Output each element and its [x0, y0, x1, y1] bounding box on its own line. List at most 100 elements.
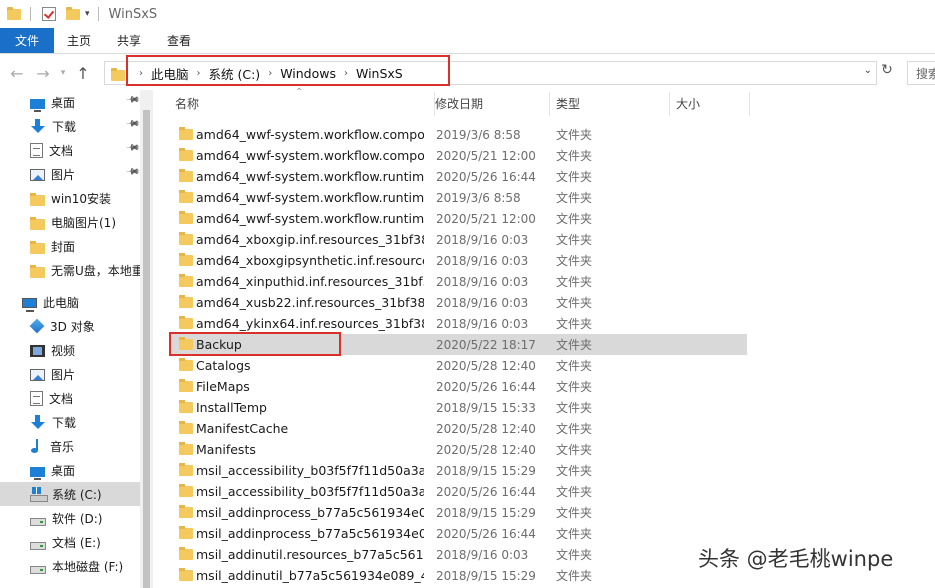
column-header-size[interactable]: 大小 [670, 92, 750, 116]
picture-icon [30, 169, 45, 181]
chevron-right-icon[interactable]: › [268, 68, 272, 79]
sidebar-item-label: 电脑图片(1) [51, 215, 116, 230]
pin-icon[interactable]: 📌 [125, 164, 140, 179]
file-row[interactable]: amd64_xboxgip.inf.resources_31bf38... 201… [169, 229, 747, 250]
chevron-right-icon[interactable]: › [344, 68, 348, 79]
tab-share[interactable]: 共享 [104, 28, 154, 53]
file-name: amd64_xinputhid.inf.resources_31bf3... [196, 274, 424, 289]
divider [97, 7, 99, 21]
sidebar-item-this-pc[interactable]: 此电脑 [0, 290, 140, 314]
breadcrumb-windows[interactable]: Windows [280, 66, 336, 81]
folder-icon [179, 400, 193, 413]
file-row[interactable]: msil_addinutil_b77a5c561934e089_4.0... 20… [169, 565, 747, 586]
file-row[interactable]: ManifestCache 2020/5/28 12:40 文件夹 [169, 418, 747, 439]
search-input[interactable]: 搜索 [907, 61, 935, 85]
folder-icon[interactable] [6, 6, 22, 22]
file-date: 2020/5/21 12:00 [436, 211, 536, 226]
up-arrow-icon[interactable]: ↑ [70, 64, 96, 83]
address-bar[interactable]: › 此电脑 › 系统 (C:) › Windows › WinSxS ⌄ [104, 61, 877, 85]
drive-icon [30, 542, 46, 550]
file-row[interactable]: FileMaps 2020/5/26 16:44 文件夹 [169, 376, 747, 397]
file-row[interactable]: amd64_wwf-system.workflow.compo... 2019/3… [169, 124, 747, 145]
sidebar-item-this-pc-child[interactable]: 音乐 [0, 434, 140, 458]
file-row[interactable]: amd64_wwf-system.workflow.compo... 2020/5… [169, 145, 747, 166]
file-date: 2020/5/26 16:44 [436, 169, 536, 184]
forward-arrow-icon[interactable]: → [30, 64, 56, 83]
tab-file[interactable]: 文件 [0, 28, 54, 53]
breadcrumb-winsxs[interactable]: WinSxS [356, 66, 403, 81]
sidebar-item-this-pc-child[interactable]: 桌面 [0, 458, 140, 482]
sidebar-item-this-pc-child[interactable]: 系统 (C:) [0, 482, 140, 506]
document-icon [30, 142, 43, 158]
chevron-down-icon[interactable]: ⌄ [864, 65, 872, 76]
sidebar-item-quick-access[interactable]: 图片 📌 [0, 162, 140, 186]
window-title: WinSxS [108, 6, 158, 22]
drive-icon [30, 518, 46, 526]
sidebar-item-this-pc-child[interactable]: 文档 (E:) [0, 530, 140, 554]
breadcrumb-this-pc[interactable]: 此电脑 [151, 64, 189, 83]
file-row[interactable]: Backup 2020/5/22 18:17 文件夹 [169, 334, 747, 355]
navigation-pane: 桌面 📌 下载 📌 文档 📌 图片 📌 win10安装 电脑图片(1) 封面 无需U盘，本地重 此电脑 3… [0, 90, 153, 588]
breadcrumb-system-c[interactable]: 系统 (C:) [209, 64, 261, 83]
file-row[interactable]: amd64_wwf-system.workflow.runtime... 2020… [169, 208, 747, 229]
file-row[interactable]: msil_accessibility_b03f5f7f11d50a3a_... 2… [169, 460, 747, 481]
sidebar-item-quick-access[interactable]: 封面 [0, 234, 140, 258]
sidebar-item-quick-access[interactable]: 电脑图片(1) [0, 210, 140, 234]
file-row[interactable]: InstallTemp 2018/9/15 15:33 文件夹 [169, 397, 747, 418]
sidebar-item-quick-access[interactable]: 桌面 📌 [0, 90, 140, 114]
file-type: 文件夹 [556, 275, 593, 289]
file-row[interactable]: Manifests 2020/5/28 12:40 文件夹 [169, 439, 747, 460]
pin-icon[interactable]: 📌 [125, 92, 140, 107]
sidebar-item-this-pc-child[interactable]: 图片 [0, 362, 140, 386]
file-row[interactable]: msil_addinprocess_b77a5c561934e08... 2018… [169, 502, 747, 523]
chevron-right-icon[interactable]: › [139, 68, 143, 79]
sidebar-item-this-pc-child[interactable]: 本地磁盘 (F:) [0, 554, 140, 578]
sidebar-item-quick-access[interactable]: 文档 📌 [0, 138, 140, 162]
file-type: 文件夹 [556, 338, 593, 352]
column-header-date[interactable]: 修改日期 [429, 92, 550, 116]
file-row[interactable]: amd64_xusb22.inf.resources_31bf385... 201… [169, 292, 747, 313]
file-date: 2019/3/6 8:58 [436, 127, 521, 142]
file-row[interactable]: amd64_wwf-system.workflow.runtime... 2019… [169, 187, 747, 208]
quick-access-dropdown-icon[interactable]: ▾ [85, 9, 90, 19]
this-pc-icon [22, 298, 37, 312]
sidebar-item-this-pc-child[interactable]: 文档 [0, 386, 140, 410]
sidebar-item-this-pc-child[interactable]: 视频 [0, 338, 140, 362]
file-name: amd64_wwf-system.workflow.compo... [196, 148, 424, 163]
file-type: 文件夹 [556, 548, 593, 562]
refresh-icon[interactable]: ↻ [878, 62, 896, 84]
sidebar-item-this-pc-child[interactable]: 软件 (D:) [0, 506, 140, 530]
file-date: 2018/9/15 15:29 [436, 568, 536, 583]
properties-icon[interactable] [41, 6, 57, 22]
file-row[interactable]: Catalogs 2020/5/28 12:40 文件夹 [169, 355, 747, 376]
file-row[interactable]: msil_accessibility_b03f5f7f11d50a3a_... 2… [169, 481, 747, 502]
tab-home[interactable]: 主页 [54, 28, 104, 53]
file-name: amd64_wwf-system.workflow.runtime... [196, 169, 424, 184]
file-row[interactable]: amd64_wwf-system.workflow.runtime... 2020… [169, 166, 747, 187]
new-folder-icon[interactable] [65, 6, 81, 22]
sidebar-item-quick-access[interactable]: 无需U盘，本地重 [0, 258, 140, 282]
column-header-type[interactable]: 类型 [550, 92, 670, 116]
pin-icon[interactable]: 📌 [125, 140, 140, 155]
sidebar-item-quick-access[interactable]: 下载 📌 [0, 114, 140, 138]
file-row[interactable]: msil_addinutil.resources_b77a5c5619... 20… [169, 544, 747, 565]
file-row[interactable]: amd64_xboxgipsynthetic.inf.resource... 20… [169, 250, 747, 271]
folder-icon [179, 484, 193, 497]
back-arrow-icon[interactable]: ← [4, 64, 30, 83]
file-name: amd64_xboxgip.inf.resources_31bf38... [196, 232, 424, 247]
sidebar-item-label: 图片 [51, 367, 76, 382]
sidebar-item-quick-access[interactable]: win10安装 [0, 186, 140, 210]
file-row[interactable]: amd64_xinputhid.inf.resources_31bf3... 20… [169, 271, 747, 292]
file-row[interactable]: msil_addinprocess_b77a5c561934e08... 2020… [169, 523, 747, 544]
folder-icon [30, 264, 45, 278]
file-row[interactable]: amd64_ykinx64.inf.resources_31bf385... 20… [169, 313, 747, 334]
tab-view[interactable]: 查看 [154, 28, 204, 53]
chevron-right-icon[interactable]: › [197, 68, 201, 79]
sidebar-scrollbar-thumb[interactable] [143, 110, 150, 588]
recent-locations-chevron-icon[interactable]: ▾ [56, 68, 70, 78]
sidebar-item-this-pc-child[interactable]: 下载 [0, 410, 140, 434]
folder-icon [179, 169, 193, 182]
sidebar-item-this-pc-child[interactable]: 3D 对象 [0, 314, 140, 338]
file-date: 2019/3/6 8:58 [436, 190, 521, 205]
pin-icon[interactable]: 📌 [125, 116, 140, 131]
